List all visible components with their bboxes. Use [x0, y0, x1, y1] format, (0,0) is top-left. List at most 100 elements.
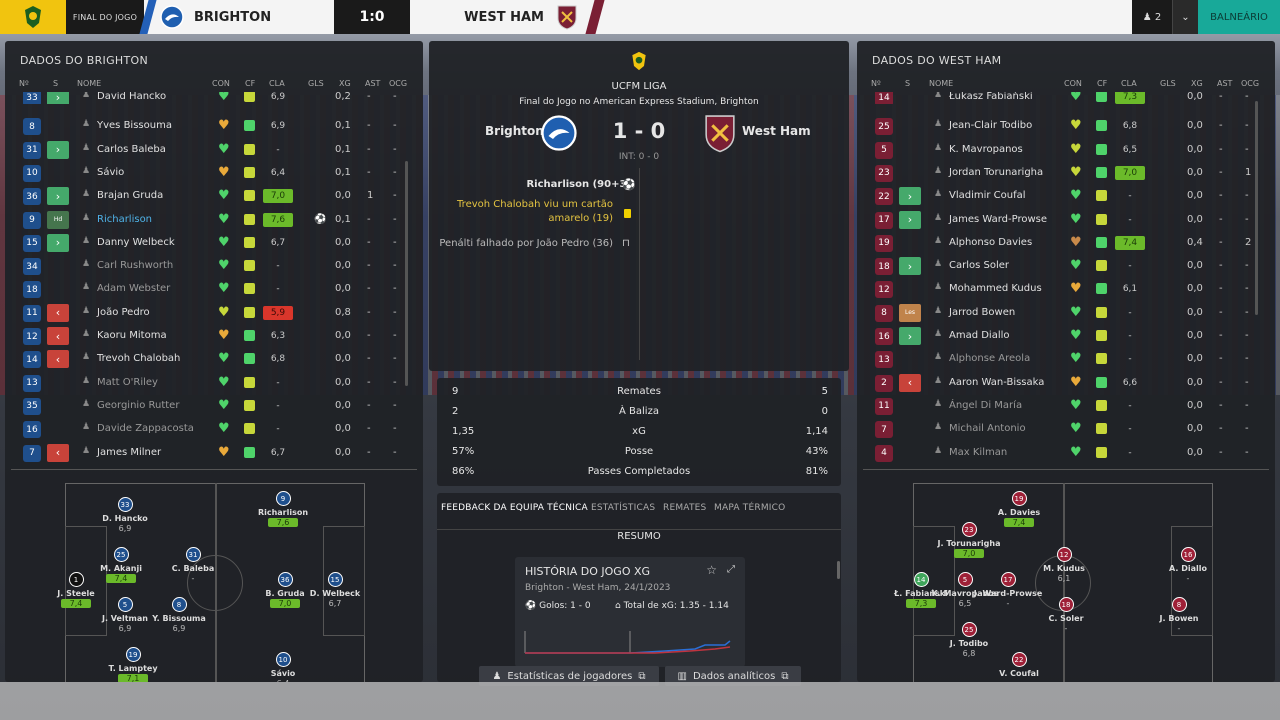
table-row[interactable]: 7 ♟ Michail Antonio ♥ - 0,0 - -	[857, 418, 1275, 441]
player-name[interactable]: Jean-Clair Todibo	[949, 120, 1032, 131]
tab-2[interactable]: REMATES	[663, 503, 706, 513]
tab-0[interactable]: FEEDBACK DA EQUIPA TÉCNICA	[441, 503, 588, 513]
player-name[interactable]: Trevoh Chalobah	[97, 353, 180, 364]
table-row[interactable]: 34 ♟ Carl Rushworth ♥ - 0,0 - -	[5, 255, 423, 278]
table-row[interactable]: 23 ♟ Jordan Torunarigha ♥ 7,0 0,0 - 1	[857, 162, 1275, 185]
column-header-7[interactable]: XG	[339, 79, 351, 88]
column-header-5[interactable]: CLA	[269, 79, 285, 88]
analysis-scrollbar[interactable]	[837, 561, 840, 579]
column-header-2[interactable]: NOME	[929, 79, 953, 88]
player-name[interactable]: Jarrod Bowen	[949, 307, 1015, 318]
table-row[interactable]: 13 ♟ Alphonse Areola ♥ - 0,0 - -	[857, 348, 1275, 371]
player-name[interactable]: Mohammed Kudus	[949, 283, 1042, 294]
sub-out-icon[interactable]: ‹	[47, 303, 69, 322]
sub-out-icon[interactable]: ‹	[899, 373, 921, 392]
table-row[interactable]: 11 ‹ ♟ João Pedro ♥ 5,9 0,8 - -	[5, 302, 423, 325]
pitch-player[interactable]: 19 T. Lamptey 7,1	[98, 647, 168, 682]
pitch-player[interactable]: 22V. Coufal-	[984, 652, 1054, 682]
pitch-player[interactable]: 15 D. Welbeck 6,7	[300, 572, 370, 608]
table-row[interactable]: 5 ♟ K. Mavropanos ♥ 6,5 0,0 - -	[857, 139, 1275, 162]
table-row[interactable]: 8 ♟ Yves Bissouma ♥ 6,9 0,1 - -	[5, 115, 423, 138]
player-name[interactable]: Adam Webster	[97, 283, 170, 294]
player-name[interactable]: Sávio	[97, 167, 124, 178]
player-name[interactable]: Łukasz Fabiański	[949, 92, 1033, 102]
pitch-player[interactable]: 8 Y. Bissouma 6,9	[144, 597, 214, 633]
column-header-4[interactable]: CF	[245, 79, 255, 88]
table-row[interactable]: 12 ♟ Mohammed Kudus ♥ 6,1 0,0 - -	[857, 278, 1275, 301]
pitch-player[interactable]: 16 A. Diallo -	[1153, 547, 1223, 583]
player-name[interactable]: Yves Bissouma	[97, 120, 172, 131]
player-name[interactable]: Carlos Soler	[949, 260, 1009, 271]
table-row[interactable]: 15 › ♟ Danny Welbeck ♥ 6,7 0,0 - -	[5, 232, 423, 255]
away-table-scrollbar[interactable]	[1255, 101, 1258, 315]
column-header-0[interactable]: Nº	[19, 79, 29, 88]
player-name[interactable]: K. Mavropanos	[949, 144, 1023, 155]
player-name[interactable]: Jordan Torunarigha	[949, 167, 1043, 178]
column-header-8[interactable]: AST	[365, 79, 380, 88]
player-name[interactable]: Carl Rushworth	[97, 260, 173, 271]
table-row[interactable]: 14 ‹ ♟ Trevoh Chalobah ♥ 6,8 0,0 - -	[5, 348, 423, 371]
pitch-player[interactable]: 8 J. Bowen -	[1144, 597, 1214, 633]
table-row[interactable]: 18 ♟ Adam Webster ♥ - 0,0 - -	[5, 278, 423, 301]
table-row[interactable]: 18 › ♟ Carlos Soler ♥ - 0,0 - -	[857, 255, 1275, 278]
sub-out-icon[interactable]: ‹	[47, 350, 69, 369]
away-team-header[interactable]: WEST HAM	[412, 0, 602, 34]
column-header-1[interactable]: S	[905, 79, 910, 88]
player-name[interactable]: Alphonse Areola	[949, 353, 1030, 364]
player-name[interactable]: Danny Welbeck	[97, 237, 175, 248]
column-header-8[interactable]: AST	[1217, 79, 1232, 88]
table-row[interactable]: 14 ♟ Łukasz Fabiański ♥ 7,3 0,0 - -	[857, 92, 1275, 104]
pitch-player[interactable]: 9 Richarlison 7,6	[248, 491, 318, 527]
pitch-player[interactable]: 31 C. Baleba -	[158, 547, 228, 583]
table-row[interactable]: 16 ♟ Davide Zappacosta ♥ - 0,0 - -	[5, 418, 423, 441]
column-header-1[interactable]: S	[53, 79, 58, 88]
player-name[interactable]: Matt O'Riley	[97, 377, 158, 388]
people-counter[interactable]: ♟ 2	[1132, 0, 1172, 34]
sub-out-icon[interactable]: ‹	[47, 443, 69, 462]
player-name[interactable]: Georginio Rutter	[97, 400, 179, 411]
sub-in-icon[interactable]: ›	[47, 140, 69, 159]
table-row[interactable]: 12 ‹ ♟ Kaoru Mitoma ♥ 6,3 0,0 - -	[5, 325, 423, 348]
column-header-5[interactable]: CLA	[1121, 79, 1137, 88]
pitch-player[interactable]: 10Sávio6,4	[248, 652, 318, 682]
player-name[interactable]: Davide Zappacosta	[97, 423, 194, 434]
star-icon[interactable]: ☆	[706, 563, 717, 577]
sub-in-icon[interactable]: ›	[899, 327, 921, 345]
table-row[interactable]: 2 ‹ ♟ Aaron Wan-Bissaka ♥ 6,6 0,0 - -	[857, 372, 1275, 395]
tab-1[interactable]: ESTATÍSTICAS	[591, 503, 655, 513]
home-table-scrollbar[interactable]	[405, 161, 408, 386]
player-name[interactable]: Brajan Gruda	[97, 190, 163, 201]
column-header-9[interactable]: OCG	[1241, 79, 1259, 88]
sub-in-icon[interactable]: ›	[47, 233, 69, 252]
status-badge[interactable]: Les	[899, 303, 921, 322]
table-row[interactable]: 4 ♟ Max Kilman ♥ - 0,0 - -	[857, 442, 1275, 465]
column-header-3[interactable]: CON	[1064, 79, 1082, 88]
player-name[interactable]: Aaron Wan-Bissaka	[949, 377, 1044, 388]
table-row[interactable]: 36 › ♟ Brajan Gruda ♥ 7,0 0,0 1 -	[5, 185, 423, 208]
status-badge[interactable]: Hd	[47, 210, 69, 229]
player-name[interactable]: Vladimir Coufal	[949, 190, 1026, 201]
tab-3[interactable]: MAPA TÉRMICO	[714, 503, 785, 513]
chevron-down-icon[interactable]: ⌄	[1172, 0, 1198, 34]
column-header-2[interactable]: NOME	[77, 79, 101, 88]
player-name[interactable]: Carlos Baleba	[97, 144, 166, 155]
table-row[interactable]: 31 › ♟ Carlos Baleba ♥ - 0,1 - -	[5, 139, 423, 162]
column-header-7[interactable]: XG	[1191, 79, 1203, 88]
table-row[interactable]: 10 ♟ Sávio ♥ 6,4 0,1 - -	[5, 162, 423, 185]
pitch-player[interactable]: 23 J. Torunarigha 7,0	[934, 522, 1004, 558]
column-header-4[interactable]: CF	[1097, 79, 1107, 88]
column-header-6[interactable]: GLS	[1160, 79, 1176, 88]
table-row[interactable]: 33 › ♟ David Hancko ♥ 6,9 0,2 - -	[5, 92, 423, 104]
home-team-header[interactable]: BRIGHTON	[152, 0, 332, 34]
table-row[interactable]: 16 › ♟ Amad Diallo ♥ - 0,0 - -	[857, 325, 1275, 348]
pitch-player[interactable]: 33 D. Hancko 6,9	[90, 497, 160, 533]
player-name[interactable]: James Ward-Prowse	[949, 214, 1047, 225]
player-name[interactable]: Max Kilman	[949, 447, 1007, 458]
player-name[interactable]: Richarlison	[97, 214, 152, 225]
column-header-3[interactable]: CON	[212, 79, 230, 88]
column-header-0[interactable]: Nº	[871, 79, 881, 88]
player-name[interactable]: Kaoru Mitoma	[97, 330, 167, 341]
table-row[interactable]: 8 Les ♟ Jarrod Bowen ♥ - 0,0 - -	[857, 302, 1275, 325]
table-row[interactable]: 19 ♟ Alphonso Davies ♥ 7,4 0,4 - 2	[857, 232, 1275, 255]
player-name[interactable]: Michail Antonio	[949, 423, 1026, 434]
